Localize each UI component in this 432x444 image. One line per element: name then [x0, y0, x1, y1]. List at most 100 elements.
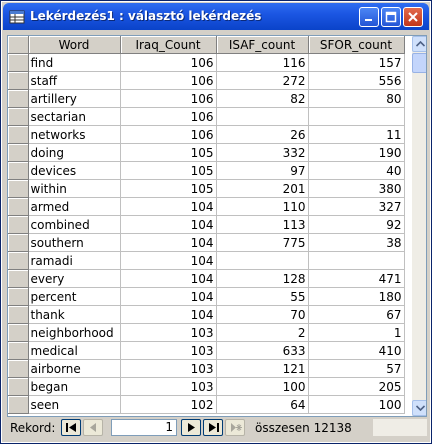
vertical-scrollbar[interactable]	[412, 36, 426, 416]
row-selector[interactable]	[8, 161, 29, 180]
cell-iraq-count[interactable]: 105	[120, 143, 217, 162]
row-selector[interactable]	[8, 107, 29, 126]
maximize-button[interactable]	[381, 7, 401, 27]
table-row[interactable]: began 103 100 205	[8, 377, 405, 396]
table-row[interactable]: southern 104 775 38	[8, 233, 405, 252]
cell-sfor-count[interactable]: 38	[308, 233, 405, 252]
table-row[interactable]: ramadi 104	[8, 251, 405, 270]
cell-iraq-count[interactable]: 106	[120, 71, 217, 90]
row-selector[interactable]	[8, 341, 29, 360]
row-selector[interactable]	[8, 251, 29, 270]
cell-word[interactable]: every	[28, 269, 121, 288]
row-selector[interactable]	[8, 377, 29, 396]
row-selector[interactable]	[8, 143, 29, 162]
row-selector[interactable]	[8, 359, 29, 378]
row-selector[interactable]	[8, 395, 29, 414]
first-record-button[interactable]	[61, 419, 81, 436]
cell-isaf-count[interactable]: 55	[216, 287, 309, 306]
cell-word[interactable]: seen	[28, 395, 121, 414]
table-row[interactable]: every 104 128 471	[8, 269, 405, 288]
horizontal-scrollbar[interactable]	[373, 419, 427, 436]
cell-sfor-count[interactable]: 80	[308, 89, 405, 108]
table-row[interactable]: devices 105 97 40	[8, 161, 405, 180]
column-header-isaf-count[interactable]: ISAF_count	[216, 36, 309, 54]
cell-sfor-count[interactable]: 157	[308, 53, 405, 72]
table-row[interactable]: artillery 106 82 80	[8, 89, 405, 108]
cell-word[interactable]: began	[28, 377, 121, 396]
scroll-down-button[interactable]	[412, 400, 426, 416]
cell-isaf-count[interactable]: 2	[216, 323, 309, 342]
scroll-up-button[interactable]	[412, 36, 426, 52]
table-row[interactable]: within 105 201 380	[8, 179, 405, 198]
cell-sfor-count[interactable]: 410	[308, 341, 405, 360]
cell-iraq-count[interactable]: 104	[120, 269, 217, 288]
minimize-button[interactable]	[359, 7, 379, 27]
cell-word[interactable]: devices	[28, 161, 121, 180]
cell-word[interactable]: thank	[28, 305, 121, 324]
column-header-sfor-count[interactable]: SFOR_count	[308, 36, 405, 54]
cell-word[interactable]: percent	[28, 287, 121, 306]
cell-word[interactable]: networks	[28, 125, 121, 144]
new-record-button[interactable]	[225, 419, 245, 436]
cell-word[interactable]: armed	[28, 197, 121, 216]
cell-sfor-count[interactable]	[308, 251, 405, 270]
last-record-button[interactable]	[203, 419, 223, 436]
cell-iraq-count[interactable]: 106	[120, 107, 217, 126]
row-selector[interactable]	[8, 323, 29, 342]
cell-iraq-count[interactable]: 104	[120, 305, 217, 324]
next-record-button[interactable]	[181, 419, 201, 436]
table-row[interactable]: combined 104 113 92	[8, 215, 405, 234]
table-row[interactable]: staff 106 272 556	[8, 71, 405, 90]
close-button[interactable]	[403, 7, 423, 27]
row-selector[interactable]	[8, 287, 29, 306]
select-all-corner[interactable]	[8, 36, 29, 54]
table-row[interactable]: airborne 103 121 57	[8, 359, 405, 378]
cell-word[interactable]: doing	[28, 143, 121, 162]
table-row[interactable]: seen 102 64 100	[8, 395, 405, 414]
cell-iraq-count[interactable]: 106	[120, 53, 217, 72]
cell-sfor-count[interactable]	[308, 107, 405, 126]
cell-isaf-count[interactable]: 332	[216, 143, 309, 162]
scroll-thumb[interactable]	[412, 53, 426, 73]
row-selector[interactable]	[8, 269, 29, 288]
cell-sfor-count[interactable]: 57	[308, 359, 405, 378]
cell-sfor-count[interactable]: 205	[308, 377, 405, 396]
cell-sfor-count[interactable]: 190	[308, 143, 405, 162]
row-selector[interactable]	[8, 71, 29, 90]
cell-isaf-count[interactable]: 26	[216, 125, 309, 144]
cell-iraq-count[interactable]: 106	[120, 125, 217, 144]
table-row[interactable]: thank 104 70 67	[8, 305, 405, 324]
cell-word[interactable]: neighborhood	[28, 323, 121, 342]
cell-isaf-count[interactable]: 201	[216, 179, 309, 198]
cell-word[interactable]: medical	[28, 341, 121, 360]
cell-iraq-count[interactable]: 105	[120, 161, 217, 180]
cell-word[interactable]: find	[28, 53, 121, 72]
cell-iraq-count[interactable]: 103	[120, 341, 217, 360]
cell-sfor-count[interactable]: 11	[308, 125, 405, 144]
cell-isaf-count[interactable]: 64	[216, 395, 309, 414]
cell-word[interactable]: artillery	[28, 89, 121, 108]
cell-word[interactable]: staff	[28, 71, 121, 90]
cell-isaf-count[interactable]: 110	[216, 197, 309, 216]
cell-word[interactable]: southern	[28, 233, 121, 252]
cell-word[interactable]: airborne	[28, 359, 121, 378]
cell-isaf-count[interactable]: 633	[216, 341, 309, 360]
table-row[interactable]: medical 103 633 410	[8, 341, 405, 360]
cell-isaf-count[interactable]: 97	[216, 161, 309, 180]
row-selector[interactable]	[8, 125, 29, 144]
cell-word[interactable]: ramadi	[28, 251, 121, 270]
table-row[interactable]: sectarian 106	[8, 107, 405, 126]
table-row[interactable]: networks 106 26 11	[8, 125, 405, 144]
cell-word[interactable]: within	[28, 179, 121, 198]
cell-iraq-count[interactable]: 102	[120, 395, 217, 414]
cell-isaf-count[interactable]: 272	[216, 71, 309, 90]
cell-iraq-count[interactable]: 103	[120, 377, 217, 396]
table-row[interactable]: doing 105 332 190	[8, 143, 405, 162]
cell-isaf-count[interactable]: 116	[216, 53, 309, 72]
cell-iraq-count[interactable]: 103	[120, 323, 217, 342]
row-selector[interactable]	[8, 305, 29, 324]
row-selector[interactable]	[8, 89, 29, 108]
cell-sfor-count[interactable]: 100	[308, 395, 405, 414]
table-row[interactable]: neighborhood 103 2 1	[8, 323, 405, 342]
column-header-word[interactable]: Word	[28, 36, 121, 54]
